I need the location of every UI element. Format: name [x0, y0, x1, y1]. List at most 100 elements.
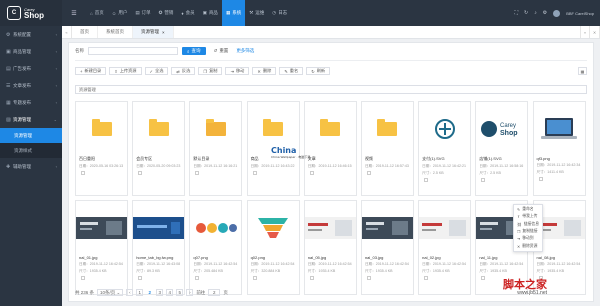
file-name[interactable]: nal_08.jpg	[534, 254, 585, 261]
resource-card[interactable]: 默认目录 日期：2019-11-12 16:16:21	[189, 101, 243, 196]
page-size-select[interactable]: 10条/页 ⌄	[97, 289, 124, 296]
user-name[interactable]: BBF CarelShop	[566, 11, 594, 16]
file-name[interactable]: 文章	[305, 155, 356, 163]
sidebar-item-2[interactable]: ▣ 商品管理 ‹	[0, 43, 62, 60]
thumbnail[interactable]	[305, 102, 356, 155]
page-number[interactable]: 5	[176, 289, 184, 296]
select-checkbox[interactable]	[538, 177, 543, 182]
sidebar-item-4[interactable]: ☰ 文章发布 ‹	[0, 77, 62, 94]
refresh-icon[interactable]: ↻	[524, 10, 528, 16]
toolbar-button[interactable]: ✓ 全选	[144, 67, 169, 75]
bell-icon[interactable]: ♪	[534, 10, 537, 16]
resource-card[interactable]: 支付(1).SVG 日期：2019-11-12 16:42:21 尺寸：2.5 KB	[418, 101, 472, 196]
resource-card[interactable]: nal_03.jpg 日期：2019-11-12 16:42:54 尺寸：1935.…	[360, 200, 414, 295]
nav-tab[interactable]: ✪ 营销	[155, 0, 178, 26]
thumbnail[interactable]	[361, 201, 413, 254]
file-name[interactable]: home_tab_bg.fw.png	[133, 254, 184, 261]
thumbnail[interactable]	[534, 102, 585, 155]
more-filter-link[interactable]: 更多筛选	[236, 48, 254, 54]
thumbnail[interactable]	[76, 201, 127, 254]
select-checkbox[interactable]	[481, 178, 486, 183]
nav-tab[interactable]: ▦ 系统	[221, 0, 246, 26]
resource-card[interactable]: Carey Shop 店铺(1).SVG 日期：2019-11-12 16:58:16…	[475, 101, 529, 196]
nav-tab[interactable]: ⌂ 首页	[86, 0, 108, 26]
context-menu-item[interactable]: ⇪ 带我上传	[514, 213, 542, 220]
file-name[interactable]: q02.png	[248, 254, 299, 261]
select-checkbox[interactable]	[252, 276, 257, 281]
thumbnail[interactable]	[419, 102, 470, 155]
sidebar-sub-item[interactable]: 资源管理	[0, 128, 62, 143]
context-menu-item[interactable]: ✎ 重命名	[514, 206, 542, 213]
context-menu-item[interactable]: ❐ 复制链接	[514, 228, 542, 235]
toolbar-button[interactable]: ⇄ 反选	[171, 67, 196, 75]
next-page-icon[interactable]: ›	[186, 289, 194, 296]
resource-card[interactable]: qf3.png 日期：2019-11-12 16:42:34 尺寸：1411.4 K…	[532, 101, 586, 196]
resource-card[interactable]: home_tab_bg.fw.png 日期：2019-11-12 16:43:08…	[132, 200, 186, 295]
file-name[interactable]: qf3.png	[534, 155, 585, 162]
select-checkbox[interactable]	[138, 276, 143, 281]
resource-card[interactable]: 百日重阳 日期：2020-05-16 03:26:13	[75, 101, 128, 196]
context-menu-item[interactable]: ⛓ 链接信息	[514, 221, 542, 228]
name-search-input[interactable]	[88, 47, 178, 55]
select-checkbox[interactable]	[366, 276, 371, 281]
thumbnail[interactable]	[133, 102, 184, 155]
page-tab[interactable]: 首页	[72, 26, 98, 38]
file-name[interactable]: q07.png	[190, 254, 241, 261]
page-number[interactable]: 1	[136, 289, 144, 296]
select-checkbox[interactable]	[481, 276, 486, 281]
file-name[interactable]: nal_05.jpg	[305, 254, 356, 261]
toolbar-button[interactable]: ↻ 刷新	[306, 67, 331, 75]
page-number[interactable]: 2	[146, 289, 153, 296]
prev-page-icon[interactable]: ‹	[126, 289, 134, 296]
nav-tab[interactable]: ☺ 用户	[108, 0, 132, 26]
menu-toggle-icon[interactable]: ☰	[62, 10, 86, 17]
select-checkbox[interactable]	[424, 276, 429, 281]
file-name[interactable]: nal_03.jpg	[362, 254, 413, 261]
resource-card[interactable]: nal_01.jpg 日期：2019-11-12 16:42:54 尺寸：1935.…	[75, 200, 128, 295]
tab-next-icon[interactable]: »	[580, 26, 590, 38]
sidebar-group-resource[interactable]: ▨ 资源管理 ⌄	[0, 111, 62, 128]
thumbnail[interactable]	[190, 102, 241, 155]
brand[interactable]: C Carey Shop	[0, 0, 62, 26]
sidebar-item-1[interactable]: ⚙ 系统配置 ‹	[0, 26, 62, 43]
thumbnail[interactable]	[133, 201, 185, 254]
toolbar-button[interactable]: ✎ 重名	[279, 67, 304, 75]
fullscreen-icon[interactable]: ⛶	[515, 10, 519, 16]
file-name[interactable]: 店铺(1).SVG	[476, 155, 527, 163]
page-number[interactable]: 3	[156, 289, 164, 296]
breadcrumb[interactable]: 资源管理	[75, 85, 587, 94]
resource-card[interactable]: 文章 日期：2019-11-12 16:46:15	[303, 101, 357, 196]
sidebar-item-3[interactable]: ▤ 广告发布 ‹	[0, 60, 62, 77]
file-name[interactable]: 支付(1).SVG	[419, 155, 470, 163]
page-number[interactable]: 4	[166, 289, 174, 296]
file-name[interactable]: 会员专区	[133, 155, 184, 163]
select-checkbox[interactable]	[424, 178, 429, 183]
tab-close-icon[interactable]: ✕	[590, 26, 600, 38]
thumbnail[interactable]	[76, 102, 127, 155]
select-checkbox[interactable]	[195, 171, 200, 176]
close-icon[interactable]: ×	[162, 30, 165, 35]
nav-tab[interactable]: ♦ 会员	[177, 0, 198, 26]
view-toggle-icon[interactable]: ▦	[578, 67, 587, 75]
context-menu-item[interactable]: ✕ 删除资源	[514, 242, 542, 249]
select-checkbox[interactable]	[309, 171, 314, 176]
thumbnail[interactable]	[248, 201, 299, 254]
toolbar-button[interactable]: ✕ 删除	[252, 67, 277, 75]
resource-card[interactable]: q02.png 日期：2019-11-12 16:42:54 尺寸：320.884 …	[246, 200, 300, 295]
resource-card[interactable]: nal_05.jpg 日期：2019-11-12 16:42:54 尺寸：1935.…	[303, 200, 357, 295]
select-checkbox[interactable]	[366, 171, 371, 176]
toolbar-button[interactable]: ❐ 复制	[198, 67, 223, 75]
select-checkbox[interactable]	[195, 276, 200, 281]
settings-icon[interactable]: ⚙	[543, 10, 547, 16]
thumbnail[interactable]	[190, 201, 241, 254]
select-checkbox[interactable]	[252, 171, 257, 176]
resource-card[interactable]: nal_02.jpg 日期：2019-11-12 16:42:54 尺寸：1935.…	[418, 200, 472, 295]
sidebar-sub-item[interactable]: 资源样式	[0, 143, 62, 158]
select-checkbox[interactable]	[81, 171, 85, 176]
file-name[interactable]: nal_11.jpg	[476, 254, 527, 261]
reset-button[interactable]: ↺ 重置	[210, 47, 233, 55]
page-tab[interactable]: 系统首页	[98, 26, 133, 38]
file-name[interactable]: nal_01.jpg	[76, 254, 127, 261]
file-name[interactable]: 视频	[362, 155, 413, 163]
toolbar-button[interactable]: ⇥ 移动	[225, 67, 250, 75]
